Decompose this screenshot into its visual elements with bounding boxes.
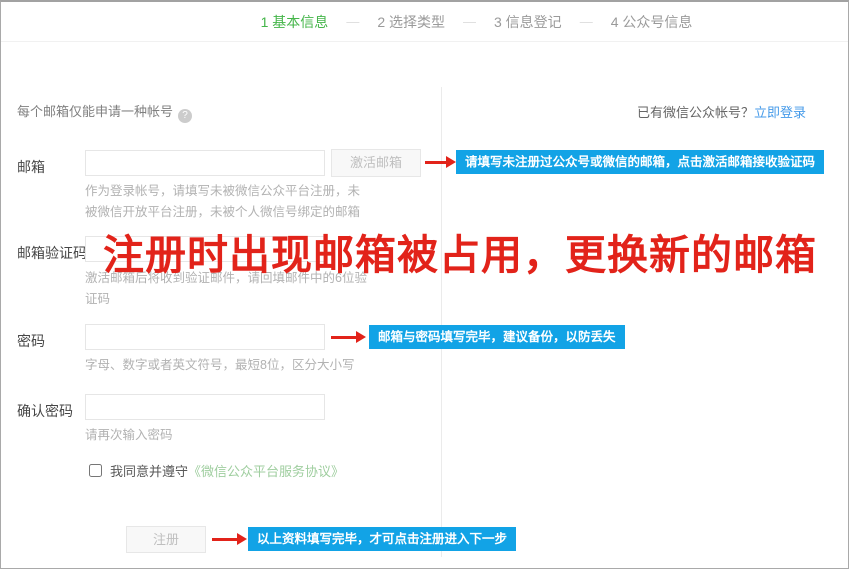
email-limit-note: 每个邮箱仅能申请一种帐号?: [17, 101, 192, 123]
email-tip-arrow-icon: [425, 161, 447, 164]
step-account-info: 4 公众号信息: [611, 12, 693, 32]
step-separator: —: [580, 14, 593, 29]
register-tip-arrow-icon: [212, 538, 238, 541]
email-tip-annotation: 请填写未注册过公众号或微信的邮箱，点击激活邮箱接收验证码: [456, 150, 824, 174]
step-choose-type: 2 选择类型: [377, 12, 445, 32]
agreement-link[interactable]: 《微信公众平台服务协议》: [188, 461, 344, 480]
agreement-checkbox[interactable]: [89, 464, 102, 477]
step-separator: —: [346, 14, 359, 29]
email-occupied-warning: 注册时出现邮箱被占用，更换新的邮箱: [103, 221, 817, 281]
step-basic-info: 1 基本信息: [261, 12, 329, 32]
password-tip-annotation: 邮箱与密码填写完毕，建议备份，以防丢失: [369, 325, 625, 349]
step-info-registration: 3 信息登记: [494, 12, 562, 32]
agreement-text: 我同意并遵守: [110, 461, 188, 480]
step-separator: —: [463, 14, 476, 29]
confirm-password-label: 确认密码: [17, 401, 73, 421]
email-limit-text: 每个邮箱仅能申请一种帐号: [17, 104, 173, 119]
existing-account-text: 已有微信公众帐号？: [637, 105, 754, 120]
help-question-icon[interactable]: ?: [178, 109, 192, 123]
register-button[interactable]: 注册: [126, 526, 206, 553]
vertical-divider: [441, 87, 442, 557]
confirm-password-input[interactable]: [85, 394, 325, 420]
email-label: 邮箱: [17, 157, 45, 177]
email-help-line2: 被微信开放平台注册，未被个人微信号绑定的邮箱: [85, 202, 360, 223]
wechat-mp-registration-page: 1 基本信息 — 2 选择类型 — 3 信息登记 — 4 公众号信息 每个邮箱仅…: [0, 0, 849, 569]
confirm-password-help-text: 请再次输入密码: [85, 425, 173, 446]
login-now-link[interactable]: 立即登录: [754, 105, 806, 120]
existing-account-row: 已有微信公众帐号？立即登录: [637, 102, 806, 121]
email-input[interactable]: [85, 150, 325, 176]
register-tip-annotation: 以上资料填写完毕，才可点击注册进入下一步: [248, 527, 516, 551]
email-code-label: 邮箱验证码: [17, 243, 87, 263]
email-help-line1: 作为登录帐号，请填写未被微信公众平台注册，未: [85, 181, 360, 202]
password-label: 密码: [17, 331, 45, 351]
password-help-text: 字母、数字或者英文符号，最短8位，区分大小写: [85, 355, 354, 376]
agreement-row: 我同意并遵守《微信公众平台服务协议》: [89, 461, 344, 480]
step-progress-bar: 1 基本信息 — 2 选择类型 — 3 信息登记 — 4 公众号信息: [1, 2, 848, 42]
email-code-help-line2: 证码: [85, 289, 367, 310]
password-input[interactable]: [85, 324, 325, 350]
password-tip-arrow-icon: [331, 336, 357, 339]
activate-email-button[interactable]: 激活邮箱: [331, 149, 421, 177]
email-help-text: 作为登录帐号，请填写未被微信公众平台注册，未 被微信开放平台注册，未被个人微信号…: [85, 181, 360, 223]
